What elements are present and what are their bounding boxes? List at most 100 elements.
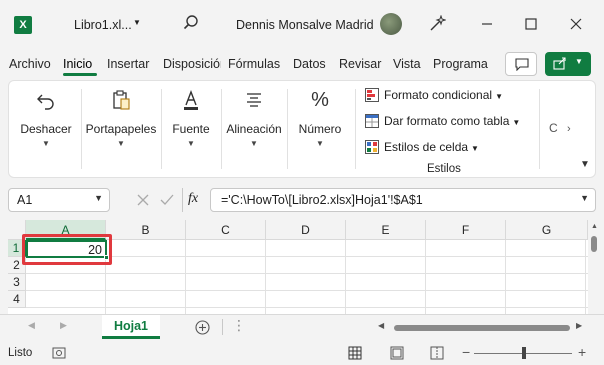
tab-programador[interactable]: Programa [433, 54, 489, 76]
divider [287, 89, 288, 169]
next-sheet-icon[interactable]: ▶ [60, 320, 67, 331]
vertical-scrollbar[interactable]: ▲ [588, 220, 602, 314]
alignment-group[interactable]: Alineación ▼ [223, 81, 285, 177]
tab-vista[interactable]: Vista [393, 54, 425, 76]
formula-text: ='C:\HowTo\[Libro2.xlsx]Hoja1'!$A$1 [221, 193, 423, 207]
cell-styles-button[interactable]: Estilos de celda ▼ [365, 140, 479, 158]
avatar[interactable] [380, 13, 402, 35]
magic-wand-icon[interactable] [428, 15, 446, 33]
name-box[interactable]: A1 ▼ [8, 188, 110, 212]
format-as-table-label: Dar formato como tabla [384, 114, 510, 128]
minimize-icon[interactable] [477, 14, 497, 34]
tab-revisar[interactable]: Revisar [339, 54, 385, 76]
chevron-down-icon: ▼ [471, 144, 479, 153]
chevron-down-icon: ▼ [316, 139, 324, 148]
column-header-g[interactable]: G [506, 220, 588, 240]
formula-input[interactable]: ='C:\HowTo\[Libro2.xlsx]Hoja1'!$A$1 ▼ [210, 188, 596, 212]
ribbon-more-button[interactable]: C › [549, 121, 571, 135]
chevron-down-icon[interactable]: ▼ [580, 193, 589, 203]
page-break-icon[interactable] [430, 346, 444, 360]
divider [539, 89, 540, 169]
add-sheet-icon[interactable] [195, 320, 210, 335]
number-group[interactable]: % Número ▼ [289, 81, 351, 177]
chevron-down-icon: ▼ [495, 92, 503, 101]
column-header-b[interactable]: B [106, 220, 186, 240]
page-layout-icon[interactable] [390, 346, 404, 360]
share-button[interactable]: ▼ [545, 52, 591, 76]
font-label: Fuente [172, 122, 210, 136]
divider [161, 89, 162, 169]
format-as-table-button[interactable]: Dar formato como tabla ▼ [365, 114, 520, 132]
cancel-icon[interactable] [136, 193, 150, 207]
excel-logo-icon: X [14, 16, 32, 34]
insert-function-icon[interactable]: fx [188, 191, 198, 207]
horizontal-scroll-thumb[interactable] [394, 325, 570, 331]
scroll-left-icon[interactable]: ◀ [378, 321, 384, 330]
status-bar: Listo − + [0, 342, 604, 365]
zoom-out-icon[interactable]: − [462, 344, 470, 360]
undo-label: Deshacer [20, 122, 72, 136]
column-header-e[interactable]: E [346, 220, 426, 240]
row-header-4[interactable]: 4 [8, 291, 26, 308]
user-name[interactable]: Dennis Monsalve Madrid [236, 18, 374, 32]
column-header-f[interactable]: F [426, 220, 506, 240]
align-center-icon [247, 93, 261, 107]
status-text: Listo [8, 347, 33, 359]
font-group[interactable]: Fuente ▼ [163, 81, 219, 177]
sheet-tab-hoja1[interactable]: Hoja1 [102, 315, 160, 339]
check-icon[interactable] [160, 193, 174, 207]
conditional-format-button[interactable]: Formato condicional ▼ [365, 88, 503, 106]
divider [182, 188, 183, 212]
tab-disposicion[interactable]: Disposición [163, 54, 221, 76]
alignment-label: Alineación [226, 122, 282, 136]
zoom-slider-thumb[interactable] [522, 347, 526, 359]
zoom-in-icon[interactable]: + [578, 344, 586, 360]
chevron-down-icon: ▼ [187, 139, 195, 148]
divider [221, 89, 222, 169]
vertical-scroll-thumb[interactable] [591, 236, 597, 252]
tab-archivo[interactable]: Archivo [9, 54, 55, 76]
divider [355, 89, 356, 169]
cell-styles-icon [365, 140, 379, 154]
tab-inicio[interactable]: Inicio [63, 54, 97, 76]
clipboard-label: Portapapeles [85, 122, 157, 136]
more-sheets-icon[interactable]: ⋮ [232, 317, 246, 334]
ribbon-collapse-icon[interactable]: ▼ [580, 159, 590, 170]
scroll-right-icon[interactable]: ▶ [576, 321, 582, 330]
highlight-box [22, 234, 112, 265]
chevron-down-icon[interactable]: ▼ [94, 193, 103, 203]
name-box-value: A1 [17, 193, 33, 207]
column-header-d[interactable]: D [266, 220, 346, 240]
ribbon-more-label: C [549, 121, 558, 135]
undo-group[interactable]: Deshacer ▼ [15, 81, 77, 177]
share-icon [553, 57, 566, 70]
tab-datos[interactable]: Datos [293, 54, 331, 76]
clipboard-group[interactable]: Portapapeles ▼ [83, 81, 159, 177]
conditional-format-icon [365, 88, 379, 102]
comment-icon [515, 58, 529, 71]
tab-formulas[interactable]: Fórmulas [228, 54, 284, 76]
document-title[interactable]: Libro1.xl... [74, 18, 132, 32]
row-header-3[interactable]: 3 [8, 274, 26, 291]
close-icon[interactable] [566, 14, 586, 34]
comments-button[interactable] [505, 52, 537, 76]
font-color-icon [184, 90, 198, 110]
chevron-down-icon: ▼ [575, 57, 583, 66]
formula-actions: fx [128, 188, 206, 212]
chevron-down-icon[interactable]: ▼ [133, 18, 141, 27]
search-icon[interactable] [182, 14, 200, 32]
previous-sheet-icon[interactable]: ◀ [28, 320, 35, 331]
chevron-down-icon: ▼ [250, 139, 258, 148]
divider [222, 319, 223, 335]
conditional-format-label: Formato condicional [384, 88, 493, 102]
chevron-right-icon: › [567, 123, 571, 135]
chevron-down-icon: ▼ [42, 139, 50, 148]
clipboard-icon [113, 90, 130, 110]
normal-view-icon[interactable] [348, 346, 362, 360]
maximize-icon[interactable] [521, 14, 541, 34]
accessibility-icon[interactable] [52, 347, 66, 360]
scroll-up-icon[interactable]: ▲ [591, 223, 598, 230]
number-label: Número [298, 122, 342, 136]
column-header-c[interactable]: C [186, 220, 266, 240]
tab-insertar[interactable]: Insertar [107, 54, 155, 76]
